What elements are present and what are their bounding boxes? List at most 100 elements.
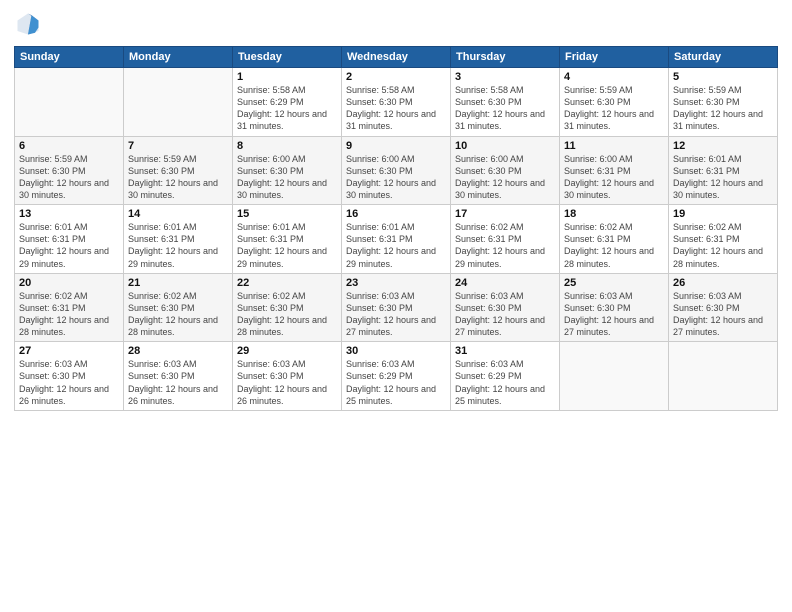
- calendar-cell: 21Sunrise: 6:02 AM Sunset: 6:30 PM Dayli…: [124, 273, 233, 342]
- calendar-cell: 30Sunrise: 6:03 AM Sunset: 6:29 PM Dayli…: [342, 342, 451, 411]
- day-number: 8: [237, 140, 337, 152]
- weekday-header-sunday: Sunday: [15, 47, 124, 68]
- day-number: 20: [19, 277, 119, 289]
- day-number: 26: [673, 277, 773, 289]
- day-info: Sunrise: 6:02 AM Sunset: 6:30 PM Dayligh…: [128, 290, 228, 339]
- day-info: Sunrise: 6:02 AM Sunset: 6:31 PM Dayligh…: [455, 221, 555, 270]
- calendar-week-row: 27Sunrise: 6:03 AM Sunset: 6:30 PM Dayli…: [15, 342, 778, 411]
- calendar-cell: 29Sunrise: 6:03 AM Sunset: 6:30 PM Dayli…: [233, 342, 342, 411]
- day-info: Sunrise: 6:03 AM Sunset: 6:30 PM Dayligh…: [673, 290, 773, 339]
- day-info: Sunrise: 6:01 AM Sunset: 6:31 PM Dayligh…: [673, 153, 773, 202]
- calendar-cell: 28Sunrise: 6:03 AM Sunset: 6:30 PM Dayli…: [124, 342, 233, 411]
- day-info: Sunrise: 6:03 AM Sunset: 6:30 PM Dayligh…: [564, 290, 664, 339]
- day-number: 14: [128, 208, 228, 220]
- calendar-cell: 1Sunrise: 5:58 AM Sunset: 6:29 PM Daylig…: [233, 68, 342, 137]
- day-number: 9: [346, 140, 446, 152]
- day-info: Sunrise: 6:02 AM Sunset: 6:31 PM Dayligh…: [564, 221, 664, 270]
- day-number: 25: [564, 277, 664, 289]
- weekday-header-monday: Monday: [124, 47, 233, 68]
- day-number: 13: [19, 208, 119, 220]
- weekday-header-saturday: Saturday: [669, 47, 778, 68]
- day-number: 17: [455, 208, 555, 220]
- calendar-cell: 2Sunrise: 5:58 AM Sunset: 6:30 PM Daylig…: [342, 68, 451, 137]
- day-number: 12: [673, 140, 773, 152]
- day-number: 11: [564, 140, 664, 152]
- day-info: Sunrise: 5:59 AM Sunset: 6:30 PM Dayligh…: [19, 153, 119, 202]
- calendar-cell: 10Sunrise: 6:00 AM Sunset: 6:30 PM Dayli…: [451, 136, 560, 205]
- calendar-cell: 31Sunrise: 6:03 AM Sunset: 6:29 PM Dayli…: [451, 342, 560, 411]
- day-info: Sunrise: 5:59 AM Sunset: 6:30 PM Dayligh…: [564, 84, 664, 133]
- header: [14, 10, 778, 38]
- day-number: 2: [346, 71, 446, 83]
- day-info: Sunrise: 6:01 AM Sunset: 6:31 PM Dayligh…: [346, 221, 446, 270]
- day-number: 21: [128, 277, 228, 289]
- calendar-week-row: 13Sunrise: 6:01 AM Sunset: 6:31 PM Dayli…: [15, 205, 778, 274]
- calendar-cell: 12Sunrise: 6:01 AM Sunset: 6:31 PM Dayli…: [669, 136, 778, 205]
- calendar-cell: 19Sunrise: 6:02 AM Sunset: 6:31 PM Dayli…: [669, 205, 778, 274]
- calendar-cell: 26Sunrise: 6:03 AM Sunset: 6:30 PM Dayli…: [669, 273, 778, 342]
- day-info: Sunrise: 6:02 AM Sunset: 6:31 PM Dayligh…: [673, 221, 773, 270]
- calendar-cell: 17Sunrise: 6:02 AM Sunset: 6:31 PM Dayli…: [451, 205, 560, 274]
- day-info: Sunrise: 6:01 AM Sunset: 6:31 PM Dayligh…: [19, 221, 119, 270]
- day-info: Sunrise: 6:02 AM Sunset: 6:30 PM Dayligh…: [237, 290, 337, 339]
- calendar-cell: [560, 342, 669, 411]
- day-info: Sunrise: 5:59 AM Sunset: 6:30 PM Dayligh…: [673, 84, 773, 133]
- day-number: 24: [455, 277, 555, 289]
- day-info: Sunrise: 6:00 AM Sunset: 6:31 PM Dayligh…: [564, 153, 664, 202]
- day-number: 31: [455, 345, 555, 357]
- calendar-cell: [669, 342, 778, 411]
- calendar-cell: 23Sunrise: 6:03 AM Sunset: 6:30 PM Dayli…: [342, 273, 451, 342]
- calendar-cell: 22Sunrise: 6:02 AM Sunset: 6:30 PM Dayli…: [233, 273, 342, 342]
- logo: [14, 10, 44, 38]
- weekday-header-wednesday: Wednesday: [342, 47, 451, 68]
- day-info: Sunrise: 6:00 AM Sunset: 6:30 PM Dayligh…: [346, 153, 446, 202]
- logo-icon: [14, 10, 42, 38]
- calendar-cell: 7Sunrise: 5:59 AM Sunset: 6:30 PM Daylig…: [124, 136, 233, 205]
- calendar-cell: 18Sunrise: 6:02 AM Sunset: 6:31 PM Dayli…: [560, 205, 669, 274]
- calendar-cell: 5Sunrise: 5:59 AM Sunset: 6:30 PM Daylig…: [669, 68, 778, 137]
- weekday-header-tuesday: Tuesday: [233, 47, 342, 68]
- day-number: 10: [455, 140, 555, 152]
- calendar-week-row: 20Sunrise: 6:02 AM Sunset: 6:31 PM Dayli…: [15, 273, 778, 342]
- calendar-cell: 4Sunrise: 5:59 AM Sunset: 6:30 PM Daylig…: [560, 68, 669, 137]
- weekday-header-friday: Friday: [560, 47, 669, 68]
- day-number: 23: [346, 277, 446, 289]
- weekday-header-row: SundayMondayTuesdayWednesdayThursdayFrid…: [15, 47, 778, 68]
- calendar-week-row: 1Sunrise: 5:58 AM Sunset: 6:29 PM Daylig…: [15, 68, 778, 137]
- day-number: 18: [564, 208, 664, 220]
- day-number: 3: [455, 71, 555, 83]
- calendar-cell: 16Sunrise: 6:01 AM Sunset: 6:31 PM Dayli…: [342, 205, 451, 274]
- calendar-cell: 14Sunrise: 6:01 AM Sunset: 6:31 PM Dayli…: [124, 205, 233, 274]
- day-number: 22: [237, 277, 337, 289]
- calendar-cell: 15Sunrise: 6:01 AM Sunset: 6:31 PM Dayli…: [233, 205, 342, 274]
- day-info: Sunrise: 6:03 AM Sunset: 6:30 PM Dayligh…: [455, 290, 555, 339]
- day-number: 5: [673, 71, 773, 83]
- day-info: Sunrise: 6:03 AM Sunset: 6:30 PM Dayligh…: [19, 358, 119, 407]
- calendar-week-row: 6Sunrise: 5:59 AM Sunset: 6:30 PM Daylig…: [15, 136, 778, 205]
- day-info: Sunrise: 6:01 AM Sunset: 6:31 PM Dayligh…: [128, 221, 228, 270]
- calendar-cell: 9Sunrise: 6:00 AM Sunset: 6:30 PM Daylig…: [342, 136, 451, 205]
- day-number: 29: [237, 345, 337, 357]
- day-number: 27: [19, 345, 119, 357]
- day-number: 30: [346, 345, 446, 357]
- day-number: 7: [128, 140, 228, 152]
- calendar-cell: 20Sunrise: 6:02 AM Sunset: 6:31 PM Dayli…: [15, 273, 124, 342]
- day-info: Sunrise: 6:03 AM Sunset: 6:30 PM Dayligh…: [128, 358, 228, 407]
- day-info: Sunrise: 6:03 AM Sunset: 6:30 PM Dayligh…: [346, 290, 446, 339]
- calendar-cell: 25Sunrise: 6:03 AM Sunset: 6:30 PM Dayli…: [560, 273, 669, 342]
- day-number: 4: [564, 71, 664, 83]
- calendar-cell: 13Sunrise: 6:01 AM Sunset: 6:31 PM Dayli…: [15, 205, 124, 274]
- calendar-cell: 3Sunrise: 5:58 AM Sunset: 6:30 PM Daylig…: [451, 68, 560, 137]
- calendar-cell: [124, 68, 233, 137]
- day-info: Sunrise: 6:00 AM Sunset: 6:30 PM Dayligh…: [237, 153, 337, 202]
- day-number: 28: [128, 345, 228, 357]
- calendar-cell: 8Sunrise: 6:00 AM Sunset: 6:30 PM Daylig…: [233, 136, 342, 205]
- calendar-cell: 27Sunrise: 6:03 AM Sunset: 6:30 PM Dayli…: [15, 342, 124, 411]
- day-info: Sunrise: 6:00 AM Sunset: 6:30 PM Dayligh…: [455, 153, 555, 202]
- calendar-table: SundayMondayTuesdayWednesdayThursdayFrid…: [14, 46, 778, 411]
- weekday-header-thursday: Thursday: [451, 47, 560, 68]
- day-info: Sunrise: 6:03 AM Sunset: 6:29 PM Dayligh…: [455, 358, 555, 407]
- day-number: 6: [19, 140, 119, 152]
- day-info: Sunrise: 6:03 AM Sunset: 6:30 PM Dayligh…: [237, 358, 337, 407]
- calendar-cell: [15, 68, 124, 137]
